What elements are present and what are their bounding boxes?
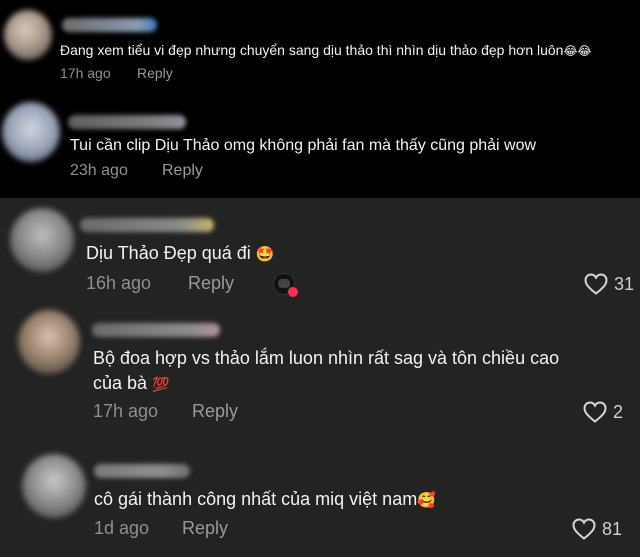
- comment-text-body: cô gái thành công nhất của miq việt nam: [94, 489, 418, 509]
- like-count: 81: [602, 518, 623, 539]
- avatar[interactable]: [18, 310, 80, 374]
- smiling-hearts-emoji-icon: 🥰: [417, 492, 436, 510]
- creator-liked-badge: [273, 273, 299, 298]
- comment-text-body: Dịu Thảo Đẹp quá đi: [86, 243, 251, 263]
- comment-text: Dịu Thảo Đẹp quá đi 🤩: [86, 243, 274, 264]
- avatar[interactable]: [2, 102, 60, 162]
- comment-time: 23h ago: [70, 162, 128, 179]
- username-blurred[interactable]: [94, 464, 190, 478]
- comment-time: 17h ago: [60, 65, 111, 81]
- like-count: 2: [613, 401, 624, 422]
- like-button[interactable]: 31: [584, 273, 634, 295]
- username-blurred[interactable]: [68, 115, 186, 129]
- heart-icon: [584, 273, 608, 295]
- comment-item: Đang xem tiểu vi đẹp nhưng chuyển sang d…: [0, 0, 640, 92]
- reply-button[interactable]: Reply: [162, 162, 203, 180]
- comment-text: Đang xem tiểu vi đẹp nhưng chuyển sang d…: [60, 42, 592, 58]
- star-struck-emoji-icon: 🤩: [255, 246, 275, 264]
- comment-item: Tui cần clip Dịu Thảo omg không phải fan…: [0, 92, 640, 198]
- reply-button[interactable]: Reply: [192, 401, 238, 422]
- username-blurred[interactable]: [80, 218, 214, 232]
- comment-time: 17h ago: [93, 401, 159, 421]
- like-count: 31: [614, 273, 635, 294]
- avatar[interactable]: [4, 10, 52, 60]
- reply-button[interactable]: Reply: [137, 65, 173, 81]
- avatar[interactable]: [10, 208, 74, 272]
- heart-badge-icon: [287, 286, 299, 298]
- heart-icon: [572, 518, 596, 540]
- comments-panel: Dịu Thảo Đẹp quá đi 🤩 16h ago Reply 31 B…: [0, 198, 640, 557]
- comment-time: 16h ago: [86, 273, 152, 293]
- hundred-points-emoji-icon: 💯: [152, 375, 170, 392]
- like-button[interactable]: 2: [583, 401, 623, 423]
- comment-text-line-2: của bà 💯: [93, 373, 170, 394]
- reply-button[interactable]: Reply: [182, 518, 228, 539]
- reply-button[interactable]: Reply: [188, 273, 234, 294]
- comment-text: Tui cần clip Dịu Thảo omg không phải fan…: [70, 137, 537, 154]
- comment-text-body: Đang xem tiểu vi đẹp nhưng chuyển sang d…: [60, 42, 564, 58]
- username-blurred[interactable]: [92, 323, 220, 337]
- username-blurred[interactable]: [62, 18, 157, 32]
- heart-icon: [583, 401, 607, 423]
- like-button[interactable]: 81: [572, 518, 622, 540]
- comment-text-line-1: Bộ đoa hợp vs thảo lắm luon nhìn rất sag…: [93, 348, 560, 368]
- avatar[interactable]: [22, 454, 86, 518]
- comment-text-body: của bà: [93, 373, 148, 393]
- comment-time: 1d ago: [94, 518, 150, 538]
- comment-text: cô gái thành công nhất của miq việt nam🥰: [94, 489, 436, 510]
- laughing-emoji-icon: 😂😂: [563, 44, 592, 59]
